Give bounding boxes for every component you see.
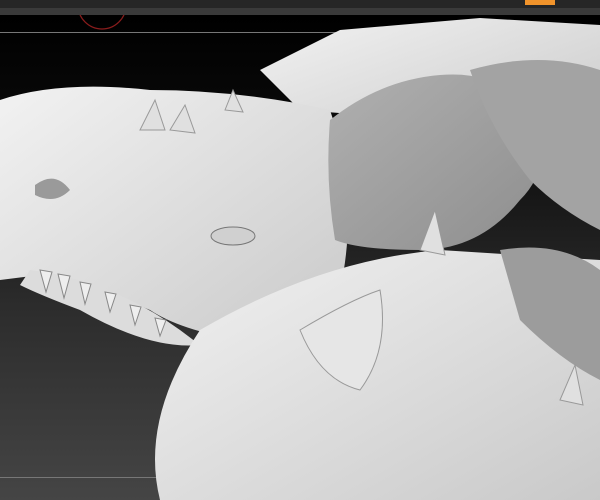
toolbar-shelf: [0, 8, 600, 15]
brush-cursor-icon: [79, 15, 125, 30]
top-toolbar: [0, 0, 600, 8]
brush-cursor: [79, 15, 125, 30]
canvas-viewport[interactable]: [0, 15, 600, 500]
active-tool-button[interactable]: [525, 0, 555, 5]
